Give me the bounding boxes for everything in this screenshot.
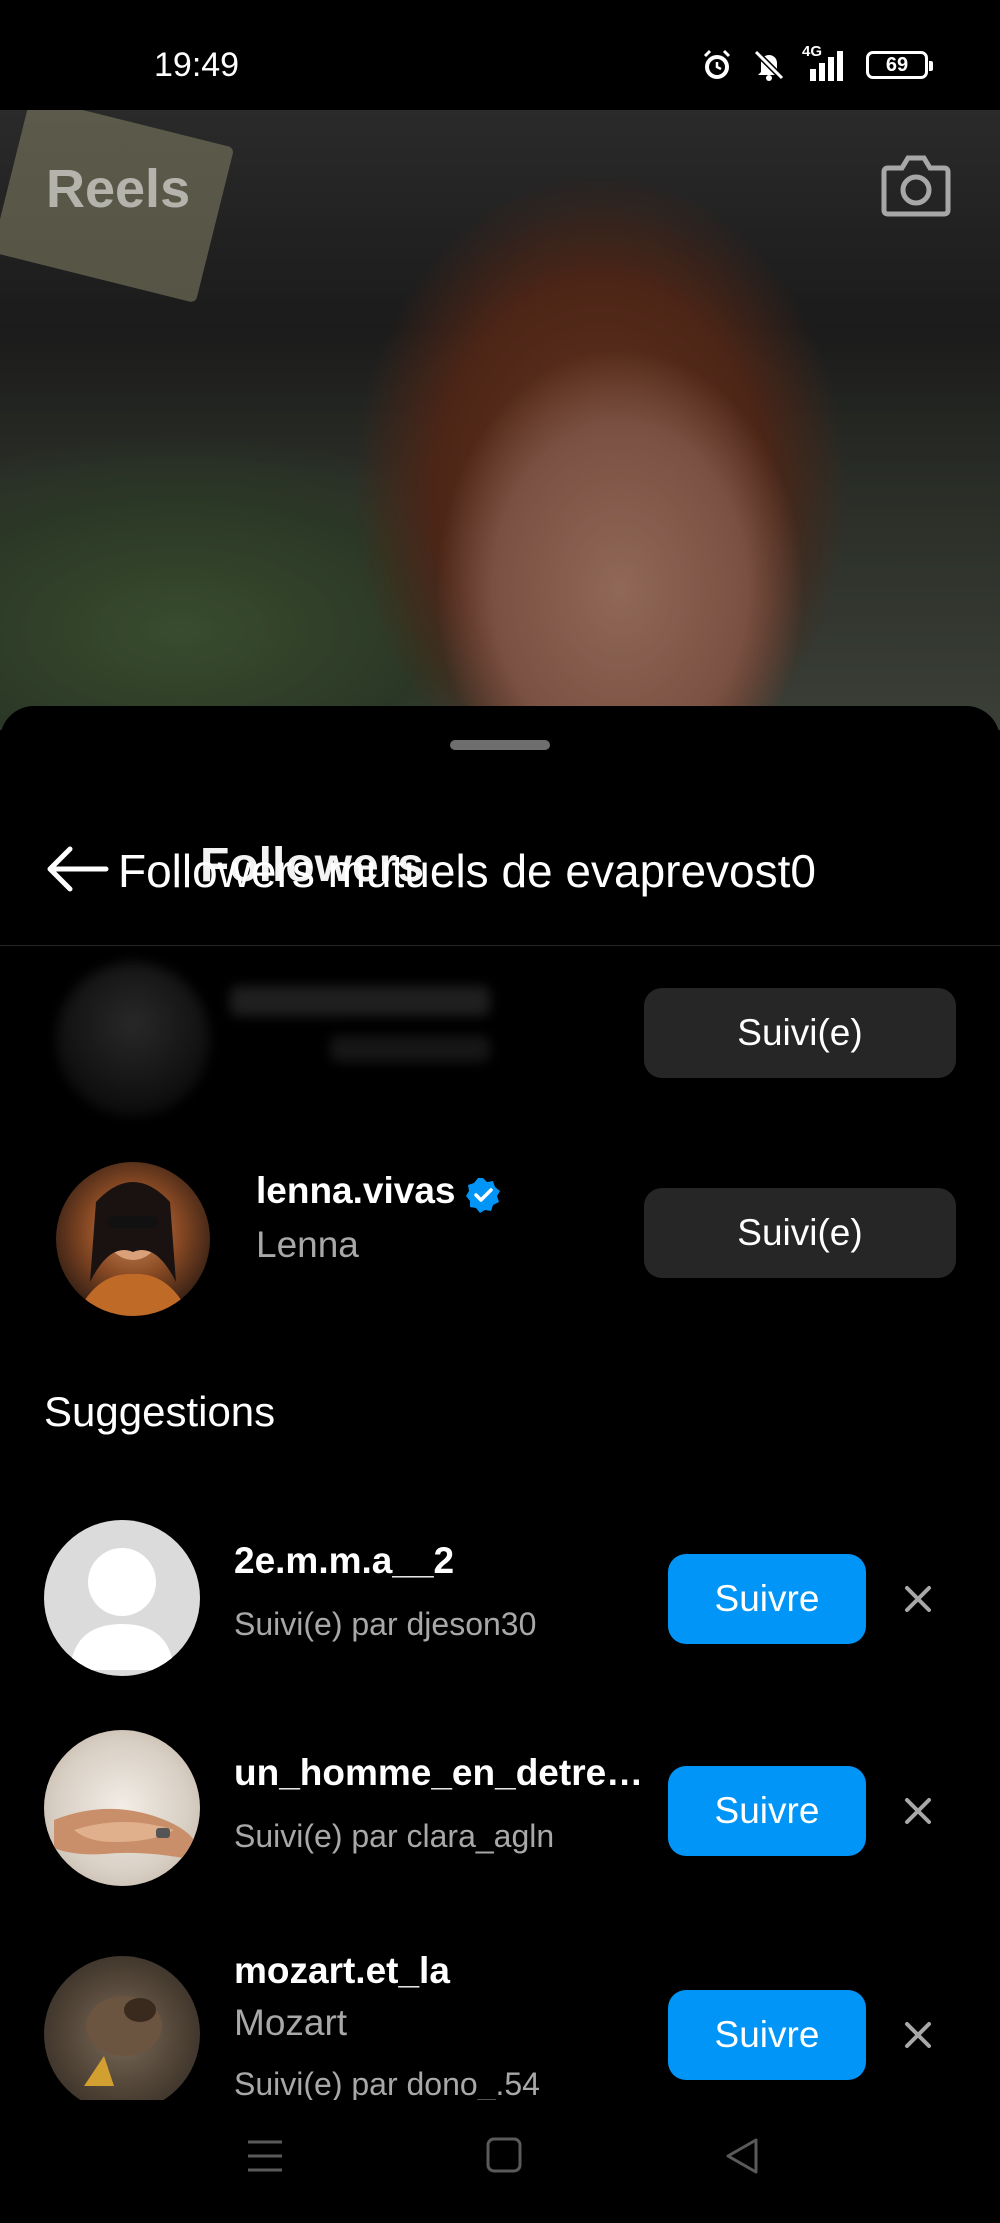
follow-button[interactable]: Suivre <box>668 1766 866 1856</box>
battery-level: 69 <box>885 53 909 76</box>
status-time: 19:49 <box>154 46 240 84</box>
username[interactable]: 2e.m.m.a__2 <box>234 1540 454 1582</box>
close-icon <box>905 1586 931 1612</box>
reel-background: Reels <box>0 110 1000 730</box>
avatar-image <box>84 1996 162 2086</box>
avatar-image <box>54 1808 194 1860</box>
menu-icon[interactable] <box>246 2136 284 2176</box>
back-arrow-icon[interactable] <box>44 844 110 894</box>
following-button[interactable]: Suivi(e) <box>644 1188 956 1278</box>
camera-icon[interactable] <box>880 152 952 218</box>
follow-button[interactable]: Suivre <box>668 1554 866 1644</box>
suggestion-item[interactable]: mozart.et_la Mozart Suivi(e) par dono_.5… <box>0 1950 1000 2106</box>
follow-button[interactable]: Suivre <box>668 1990 866 2080</box>
status-bar: 19:49 4G 69 <box>0 0 1000 110</box>
list-item[interactable]: Suivi(e) <box>0 946 1000 1116</box>
list-item[interactable]: lenna.vivas Lenna Suivi(e) <box>0 1146 1000 1316</box>
dismiss-button[interactable] <box>898 2015 938 2055</box>
fullname-placeholder <box>330 1036 490 1062</box>
dismiss-button[interactable] <box>898 1579 938 1619</box>
sheet-header: Followers Followers mutuels de evaprevos… <box>0 806 1000 946</box>
username[interactable]: mozart.et_la <box>234 1950 450 1992</box>
avatar[interactable] <box>44 1520 200 1676</box>
followers-list[interactable]: Suivi(e) lenna.vivas Lenna Suivi(e) Sugg… <box>0 946 1000 2106</box>
avatar-image <box>76 1182 190 1316</box>
followed-by-text: Suivi(e) par djeson30 <box>234 1606 537 1642</box>
default-avatar-icon <box>70 1548 174 1670</box>
suggestion-item[interactable]: un_homme_en_detre… Suivi(e) par clara_ag… <box>0 1726 1000 1896</box>
battery-indicator: 69 <box>866 51 933 79</box>
navigation-bar <box>0 2100 1000 2223</box>
signal-icon: 4G <box>802 43 848 81</box>
followed-by-text: Suivi(e) par clara_agln <box>234 1818 555 1854</box>
suggestions-title: Suggestions <box>44 1388 276 1435</box>
suggestion-item[interactable]: 2e.m.m.a__2 Suivi(e) par djeson30 Suivre <box>0 1514 1000 1684</box>
full-name: Lenna <box>256 1224 359 1265</box>
home-square-icon[interactable] <box>486 2136 522 2174</box>
back-triangle-icon[interactable] <box>722 2136 762 2176</box>
username-placeholder <box>230 986 490 1016</box>
close-icon <box>905 1798 931 1824</box>
username[interactable]: lenna.vivas <box>256 1170 456 1212</box>
following-button[interactable]: Suivi(e) <box>644 988 956 1078</box>
avatar[interactable] <box>44 1956 200 2106</box>
mute-bell-icon <box>753 49 785 81</box>
sheet-drag-handle[interactable] <box>450 740 550 750</box>
avatar[interactable] <box>56 1162 210 1316</box>
close-icon <box>905 2022 931 2048</box>
verified-badge-icon <box>466 1178 500 1213</box>
alarm-icon <box>703 49 731 79</box>
sheet-title: Followers mutuels de evaprevost0 <box>118 845 816 897</box>
mutual-followers-sheet: Followers Followers mutuels de evaprevos… <box>0 706 1000 2223</box>
followed-by-text: Suivi(e) par dono_.54 <box>234 2066 540 2102</box>
reels-title: Reels <box>46 159 191 219</box>
full-name: Mozart <box>234 2002 348 2043</box>
avatar[interactable] <box>44 1730 200 1886</box>
username[interactable]: un_homme_en_detre… <box>234 1752 643 1794</box>
avatar[interactable] <box>56 962 210 1116</box>
dismiss-button[interactable] <box>898 1791 938 1831</box>
status-icons: 4G 69 <box>700 43 933 82</box>
